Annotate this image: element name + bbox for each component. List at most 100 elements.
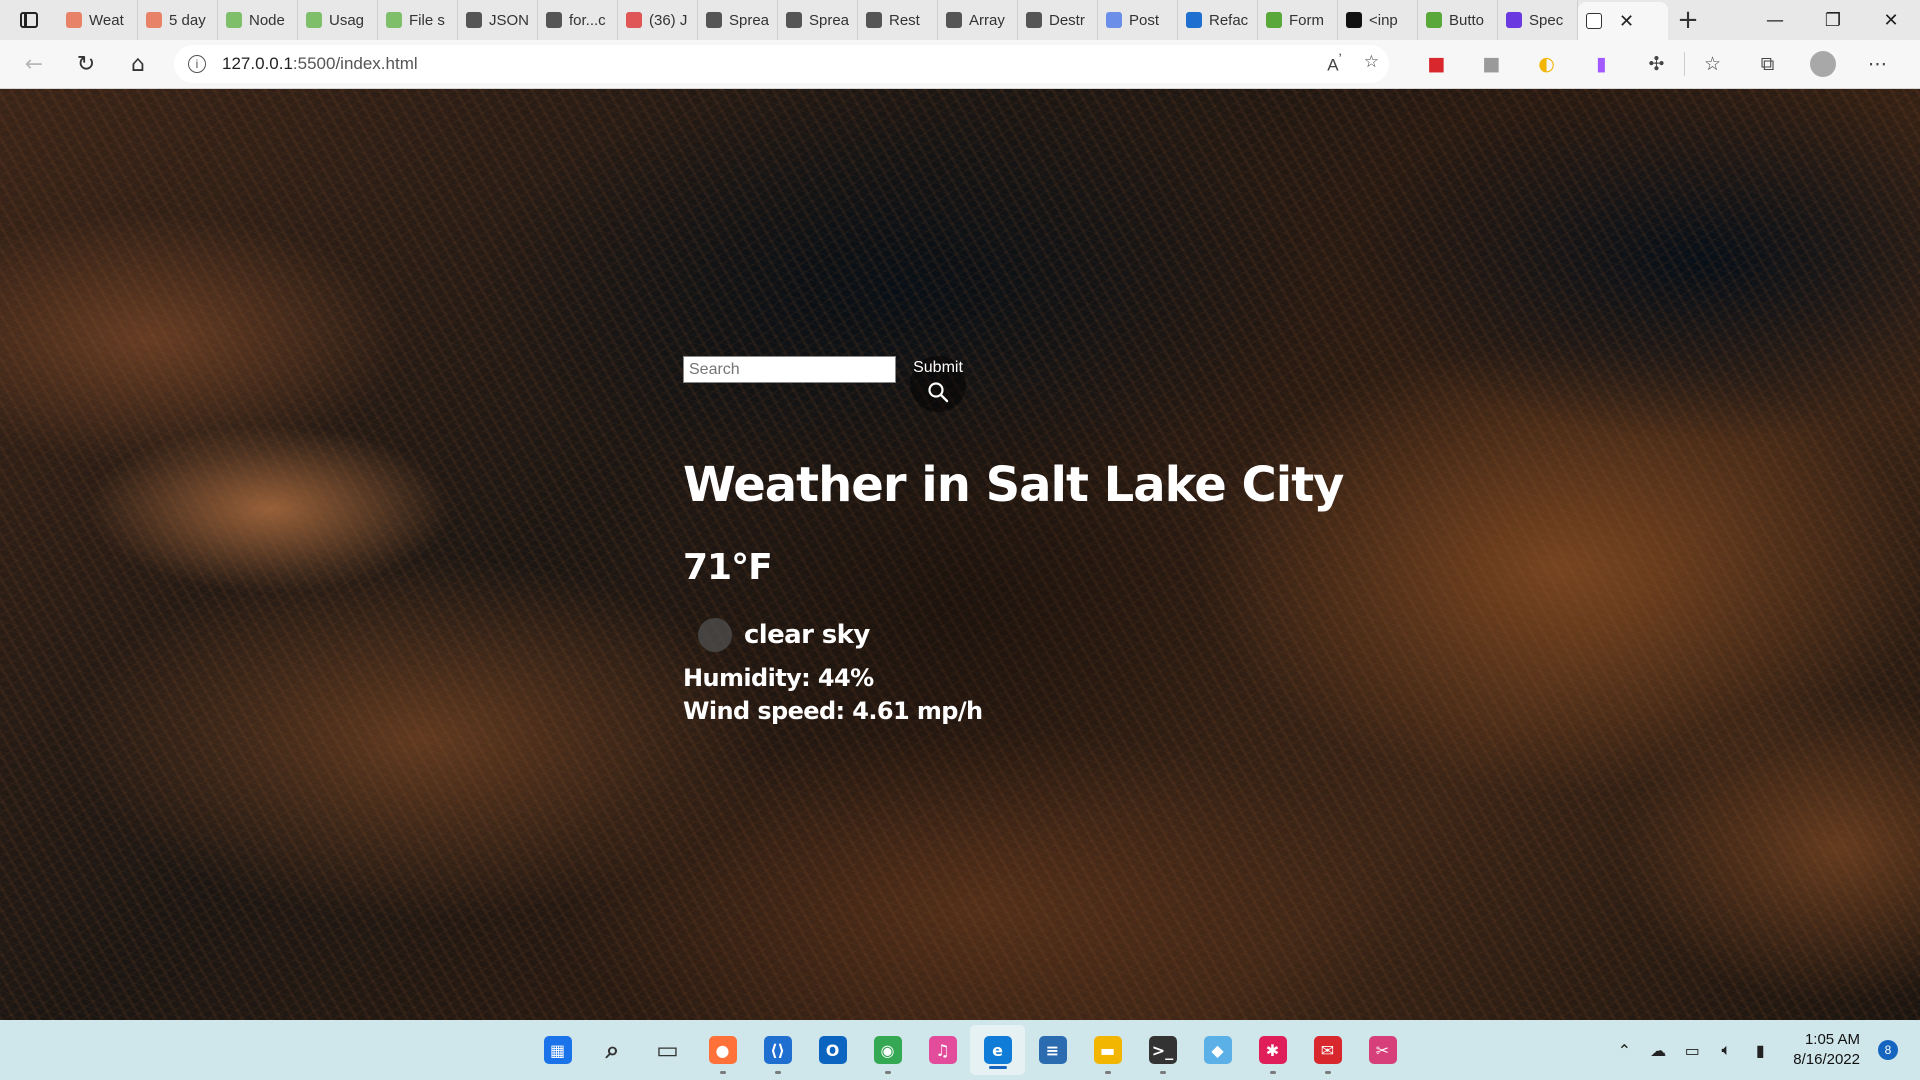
colorful-extension-icon[interactable]: ◐ (1519, 44, 1574, 84)
browser-tab[interactable]: <inp (1338, 0, 1418, 40)
taskbar-app-button[interactable]: O (805, 1020, 860, 1080)
network-icon[interactable]: ▭ (1675, 1041, 1709, 1060)
description-row: clear sky (683, 618, 1343, 652)
chrome-icon: ◉ (873, 1036, 902, 1064)
taskbar-app-button[interactable]: ✱ (1245, 1020, 1300, 1080)
restore-button[interactable]: ❐ (1804, 0, 1862, 40)
browser-tab[interactable]: Spec (1498, 0, 1578, 40)
extensions-puzzle-icon[interactable]: ✣ (1629, 44, 1684, 84)
mdn-icon (546, 12, 562, 28)
taskbar-app-button[interactable]: ⌕ (585, 1020, 640, 1080)
grey-extension-icon[interactable]: ■ (1464, 44, 1519, 84)
window-controls: — ❐ ✕ (1746, 0, 1920, 40)
address-bar[interactable]: i 127.0.0.1:5500/index.html Aʼ ☆ (174, 45, 1389, 83)
profile-button[interactable] (1795, 44, 1850, 84)
taskbar-app-button[interactable]: ≡ (1025, 1020, 1080, 1080)
close-tab-icon[interactable]: ✕ (1619, 11, 1634, 32)
tab-label: Rest (889, 11, 920, 29)
site-info-icon[interactable]: i (188, 55, 206, 73)
browser-tab[interactable]: (36) J (618, 0, 698, 40)
browser-tab[interactable]: Rest (858, 0, 938, 40)
itunes-icon: ♫ (928, 1036, 957, 1064)
minimize-button[interactable]: — (1746, 0, 1804, 40)
refresh-icon: ↻ (76, 51, 96, 77)
notification-badge[interactable]: 8 (1878, 1040, 1898, 1060)
read-aloud-icon[interactable]: Aʼ (1327, 52, 1342, 76)
page-viewport: Submit Weather in Salt Lake City 71°F cl… (0, 89, 1920, 1020)
collections-icon[interactable]: ⧉ (1740, 44, 1795, 84)
weather-description: clear sky (744, 620, 870, 650)
refresh-button[interactable]: ↻ (60, 44, 112, 84)
browser-tab[interactable]: Form (1258, 0, 1338, 40)
mdn-icon (946, 12, 962, 28)
browser-tab[interactable]: Sprea (698, 0, 778, 40)
browser-tab[interactable]: 5 day (138, 0, 218, 40)
openweather-icon (66, 12, 82, 28)
temperature: 71°F (683, 547, 773, 588)
add-favorite-icon[interactable]: ☆ (1364, 52, 1379, 76)
tab-list: Weat 5 day Node Usag File s JSON for...c (36) J… (58, 0, 1668, 40)
green-leaf-icon (1266, 12, 1282, 28)
tab-actions-menu-button[interactable] (0, 0, 58, 40)
postman-extension-icon[interactable]: ■ (1409, 44, 1464, 84)
tab-label: Node (249, 11, 285, 29)
back-button[interactable]: ← (8, 44, 60, 84)
browser-tab[interactable]: File s (378, 0, 458, 40)
browser-tab[interactable]: Sprea (778, 0, 858, 40)
tab-label: File s (409, 11, 445, 29)
nodejs-icon (306, 12, 322, 28)
browser-tab[interactable]: Node (218, 0, 298, 40)
close-window-button[interactable]: ✕ (1862, 0, 1920, 40)
openweather-icon (146, 12, 162, 28)
mdn-icon (466, 12, 482, 28)
taskbar-app-button[interactable]: ♫ (915, 1020, 970, 1080)
home-button[interactable]: ⌂ (112, 44, 164, 84)
taskbar-app-button[interactable]: ▦ (530, 1020, 585, 1080)
avatar (1809, 51, 1836, 77)
snipping-tool-icon: ✂ (1368, 1036, 1397, 1064)
favorites-icon[interactable]: ☆ (1685, 44, 1740, 84)
browser-tab[interactable]: Array (938, 0, 1018, 40)
taskbar-app-button[interactable]: e (970, 1025, 1025, 1075)
start-icon: ▦ (543, 1036, 572, 1064)
browser-tab[interactable]: Refac (1178, 0, 1258, 40)
tab-label: <inp (1369, 11, 1398, 29)
settings-menu-icon[interactable]: ⋯ (1850, 44, 1905, 84)
tab-label: Usag (329, 11, 365, 29)
nodejs-icon (386, 12, 402, 28)
terminal-icon: >_ (1148, 1036, 1177, 1064)
tab-label: Butto (1449, 11, 1485, 29)
browser-tab[interactable]: Weat (58, 0, 138, 40)
browser-tab[interactable]: JSON (458, 0, 538, 40)
browser-tab[interactable]: Butto (1418, 0, 1498, 40)
new-tab-button[interactable]: + (1668, 5, 1708, 35)
edge-icon: e (983, 1036, 1012, 1064)
taskbar-app-button[interactable]: ▭ (640, 1020, 695, 1080)
taskbar-app-button[interactable]: ✂ (1355, 1020, 1410, 1080)
taskbar-app-button[interactable]: ◆ (1190, 1020, 1245, 1080)
taskbar-app-button[interactable]: ● (695, 1020, 750, 1080)
onedrive-icon[interactable]: ☁ (1641, 1041, 1675, 1060)
notepad-icon: ≡ (1038, 1036, 1067, 1064)
tab-label: Array (969, 11, 1005, 29)
search-input[interactable] (683, 356, 896, 383)
browser-tab[interactable]: Post (1098, 0, 1178, 40)
clock-time: 1:05 AM (1804, 1031, 1860, 1048)
figma-extension-icon[interactable]: ▮ (1574, 44, 1629, 84)
tab-label: JSON (489, 11, 530, 29)
submit-button[interactable]: Submit (910, 356, 966, 412)
clock[interactable]: 1:05 AM 8/16/2022 (1793, 1030, 1860, 1070)
submit-label: Submit (913, 359, 963, 376)
taskbar-app-button[interactable]: ✉ (1300, 1020, 1355, 1080)
taskbar-app-button[interactable]: >_ (1135, 1020, 1190, 1080)
taskbar-app-button[interactable]: ⟨⟩ (750, 1020, 805, 1080)
volume-icon[interactable]: 🔈︎ (1709, 1040, 1743, 1060)
battery-icon[interactable]: ▮ (1743, 1041, 1777, 1060)
browser-tab[interactable]: Destr (1018, 0, 1098, 40)
browser-tab[interactable]: for...c (538, 0, 618, 40)
taskbar-app-button[interactable]: ▬ (1080, 1020, 1135, 1080)
browser-tab[interactable]: Usag (298, 0, 378, 40)
browser-tab[interactable]: ✕ (1578, 2, 1668, 40)
show-hidden-icons-icon[interactable]: ⌃ (1607, 1041, 1641, 1060)
taskbar-app-button[interactable]: ◉ (860, 1020, 915, 1080)
